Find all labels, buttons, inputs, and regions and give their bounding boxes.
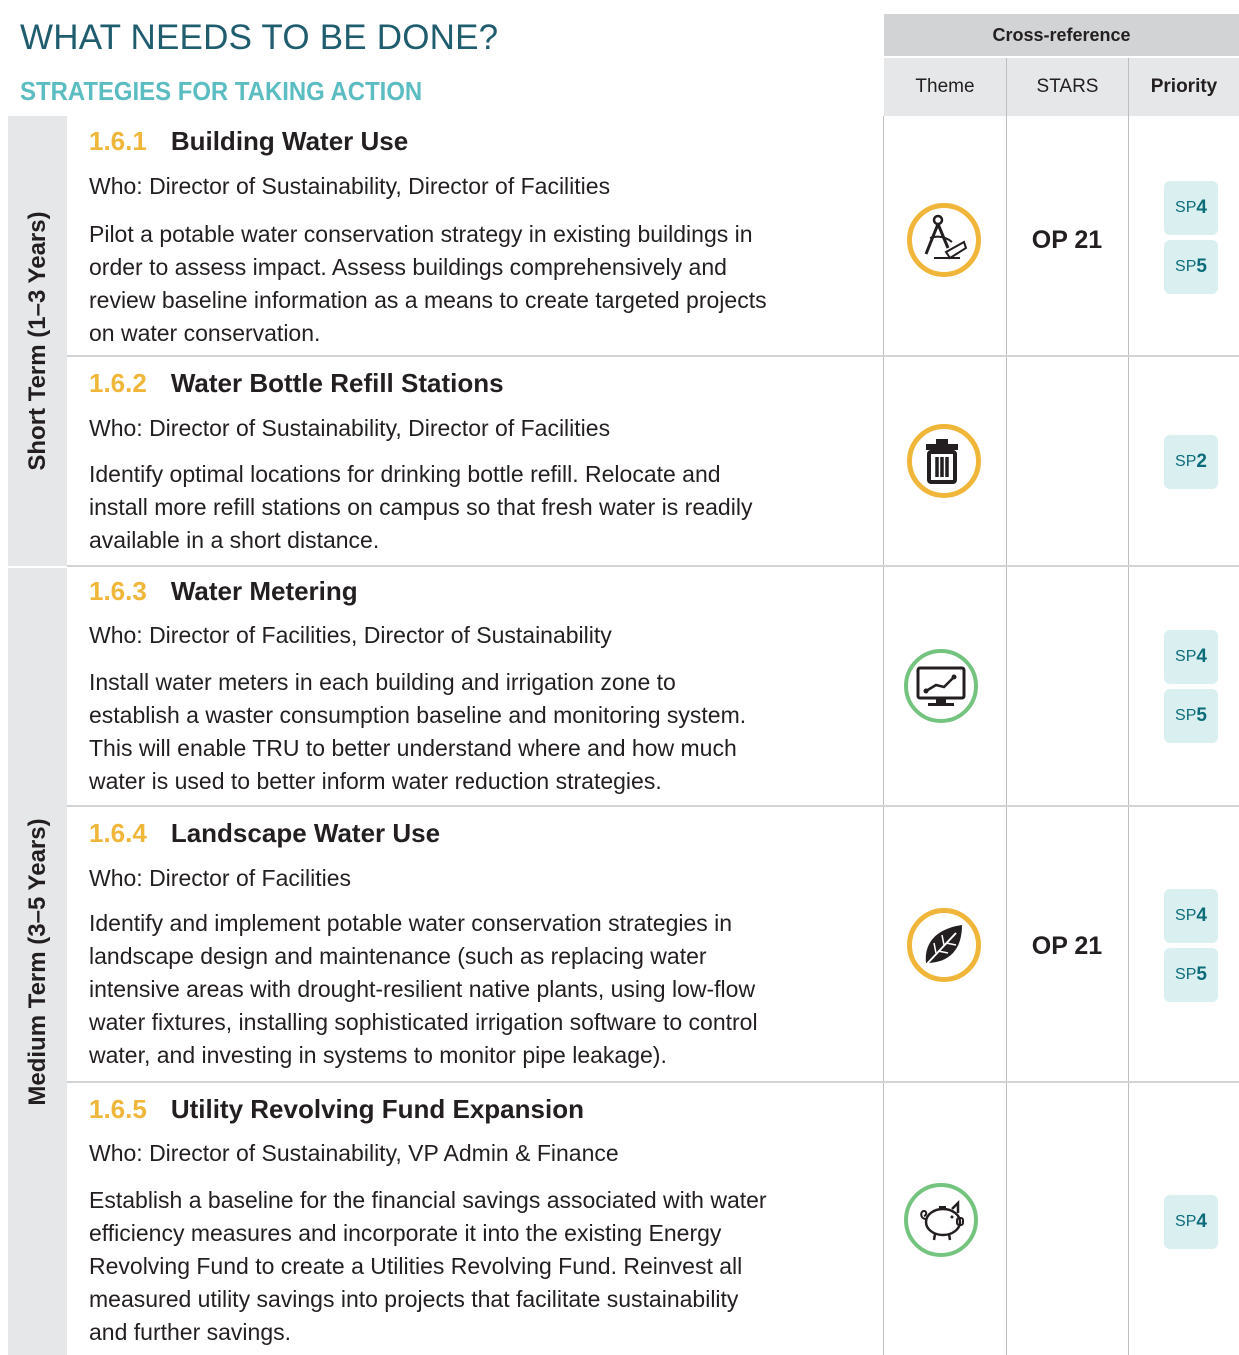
priority-badge: SP 4: [1164, 181, 1218, 235]
priority-prefix: SP: [1175, 453, 1197, 470]
strategy-description: Identify and implement potable water con…: [89, 907, 758, 1072]
strategy-heading: 1.6.2 Water Bottle Refill Stations: [89, 368, 504, 399]
priority-badge: SP 4: [1164, 889, 1218, 943]
description-line: intensive areas with drought-resilient n…: [89, 976, 756, 1002]
strategy-who: Who: Director of Facilities, Director of…: [89, 622, 612, 648]
description-line: available in a short distance.: [89, 527, 380, 553]
priority-badge: SP 5: [1164, 240, 1218, 294]
strategy-number: 1.6.4: [89, 818, 147, 848]
row-divider: [67, 565, 1239, 567]
description-line: on water conservation.: [89, 320, 321, 346]
column-divider: [1128, 58, 1129, 1355]
term-label-medium: Medium Term (3–5 Years): [23, 817, 51, 1106]
priority-prefix: SP: [1175, 907, 1197, 924]
priority-prefix: SP: [1175, 1213, 1197, 1230]
cross-reference-header: Cross-reference: [884, 14, 1239, 56]
description-line: water fixtures, installing sophisticated…: [89, 1009, 758, 1035]
description-line: Identify optimal locations for drinking …: [89, 461, 721, 487]
priority-prefix: SP: [1175, 707, 1197, 724]
strategy-title: Water Metering: [170, 576, 358, 606]
row-divider: [67, 805, 1239, 807]
priority-badge: SP 2: [1164, 435, 1218, 489]
strategy-who: Who: Director of Sustainability, VP Admi…: [89, 1140, 619, 1166]
strategy-number: 1.6.5: [89, 1094, 147, 1124]
description-line: efficiency measures and incorporate it i…: [89, 1220, 722, 1246]
stars-reference: OP 21: [1031, 226, 1103, 254]
priority-number: 2: [1196, 451, 1207, 472]
priority-prefix: SP: [1175, 258, 1197, 275]
priority-badge: SP 5: [1164, 689, 1218, 743]
strategy-description: Pilot a potable water conservation strat…: [89, 218, 767, 350]
page-subtitle: STRATEGIES FOR TAKING ACTION: [20, 76, 423, 106]
priority-number: 5: [1196, 256, 1207, 277]
priority-number: 4: [1196, 1211, 1207, 1232]
priority-prefix: SP: [1175, 199, 1197, 216]
priority-number: 4: [1196, 197, 1207, 218]
description-line: and further savings.: [89, 1319, 292, 1345]
priority-number: 4: [1196, 905, 1207, 926]
description-line: Revolving Fund to create a Utilities Rev…: [89, 1253, 743, 1279]
strategy-title: Building Water Use: [170, 126, 409, 156]
term-band-short: Short Term (1–3 Years): [8, 116, 67, 566]
strategy-number: 1.6.2: [89, 368, 147, 398]
priority-badge: SP 5: [1164, 948, 1218, 1002]
priority-prefix: SP: [1175, 966, 1197, 983]
strategy-description: Install water meters in each building an…: [89, 666, 746, 798]
description-line: Establish a baseline for the financial s…: [89, 1187, 767, 1213]
strategy-number: 1.6.1: [89, 126, 147, 156]
description-line: water is used to better inform water red…: [89, 768, 662, 794]
strategy-number: 1.6.3: [89, 576, 147, 606]
stars-reference: OP 21: [1031, 932, 1103, 960]
priority-badge: SP 4: [1164, 1195, 1218, 1249]
strategy-heading: 1.6.1 Building Water Use: [89, 126, 408, 157]
strategy-heading: 1.6.3 Water Metering: [89, 576, 358, 607]
strategy-who: Who: Director of Sustainability, Directo…: [89, 173, 611, 199]
description-line: Pilot a potable water conservation strat…: [89, 221, 753, 247]
page-title: WHAT NEEDS TO BE DONE?: [20, 18, 499, 57]
priority-number: 5: [1196, 964, 1207, 985]
column-header-theme: Theme: [884, 58, 1006, 116]
strategy-heading: 1.6.5 Utility Revolving Fund Expansion: [89, 1094, 584, 1125]
strategy-who: Who: Director of Facilities: [89, 865, 352, 891]
strategy-title: Utility Revolving Fund Expansion: [170, 1094, 584, 1124]
row-divider: [67, 1081, 1239, 1083]
description-line: order to assess impact. Assess buildings…: [89, 254, 727, 280]
strategy-title: Water Bottle Refill Stations: [170, 368, 504, 398]
priority-badge: SP 4: [1164, 630, 1218, 684]
description-line: This will enable TRU to better understan…: [89, 735, 737, 761]
description-line: water, and investing in systems to monit…: [89, 1042, 667, 1068]
description-line: install more refill stations on campus s…: [89, 494, 753, 520]
leaf-icon: [907, 908, 981, 982]
description-line: Identify and implement potable water con…: [89, 910, 733, 936]
piggy-bank-icon: [904, 1183, 978, 1257]
row-divider: [67, 355, 1239, 357]
column-divider: [883, 116, 884, 1355]
column-header-priority: Priority: [1129, 58, 1239, 116]
column-header-stars: STARS: [1007, 58, 1128, 116]
trash-bin-icon: [907, 424, 981, 498]
strategy-heading: 1.6.4 Landscape Water Use: [89, 818, 440, 849]
priority-number: 5: [1196, 705, 1207, 726]
strategy-description: Establish a baseline for the financial s…: [89, 1184, 767, 1349]
strategy-title: Landscape Water Use: [170, 818, 441, 848]
priority-number: 4: [1196, 646, 1207, 667]
strategy-description: Identify optimal locations for drinking …: [89, 458, 752, 557]
design-tools-icon: [907, 203, 981, 277]
description-line: Install water meters in each building an…: [89, 669, 676, 695]
description-line: landscape design and maintenance (such a…: [89, 943, 707, 969]
description-line: review baseline information as a means t…: [89, 287, 767, 313]
priority-prefix: SP: [1175, 648, 1197, 665]
description-line: measured utility savings into projects t…: [89, 1286, 739, 1312]
monitor-chart-icon: [904, 649, 978, 723]
term-label-short: Short Term (1–3 Years): [23, 211, 51, 471]
term-band-medium: Medium Term (3–5 Years): [8, 568, 67, 1355]
description-line: establish a waster consumption baseline …: [89, 702, 747, 728]
strategy-who: Who: Director of Sustainability, Directo…: [89, 415, 611, 441]
